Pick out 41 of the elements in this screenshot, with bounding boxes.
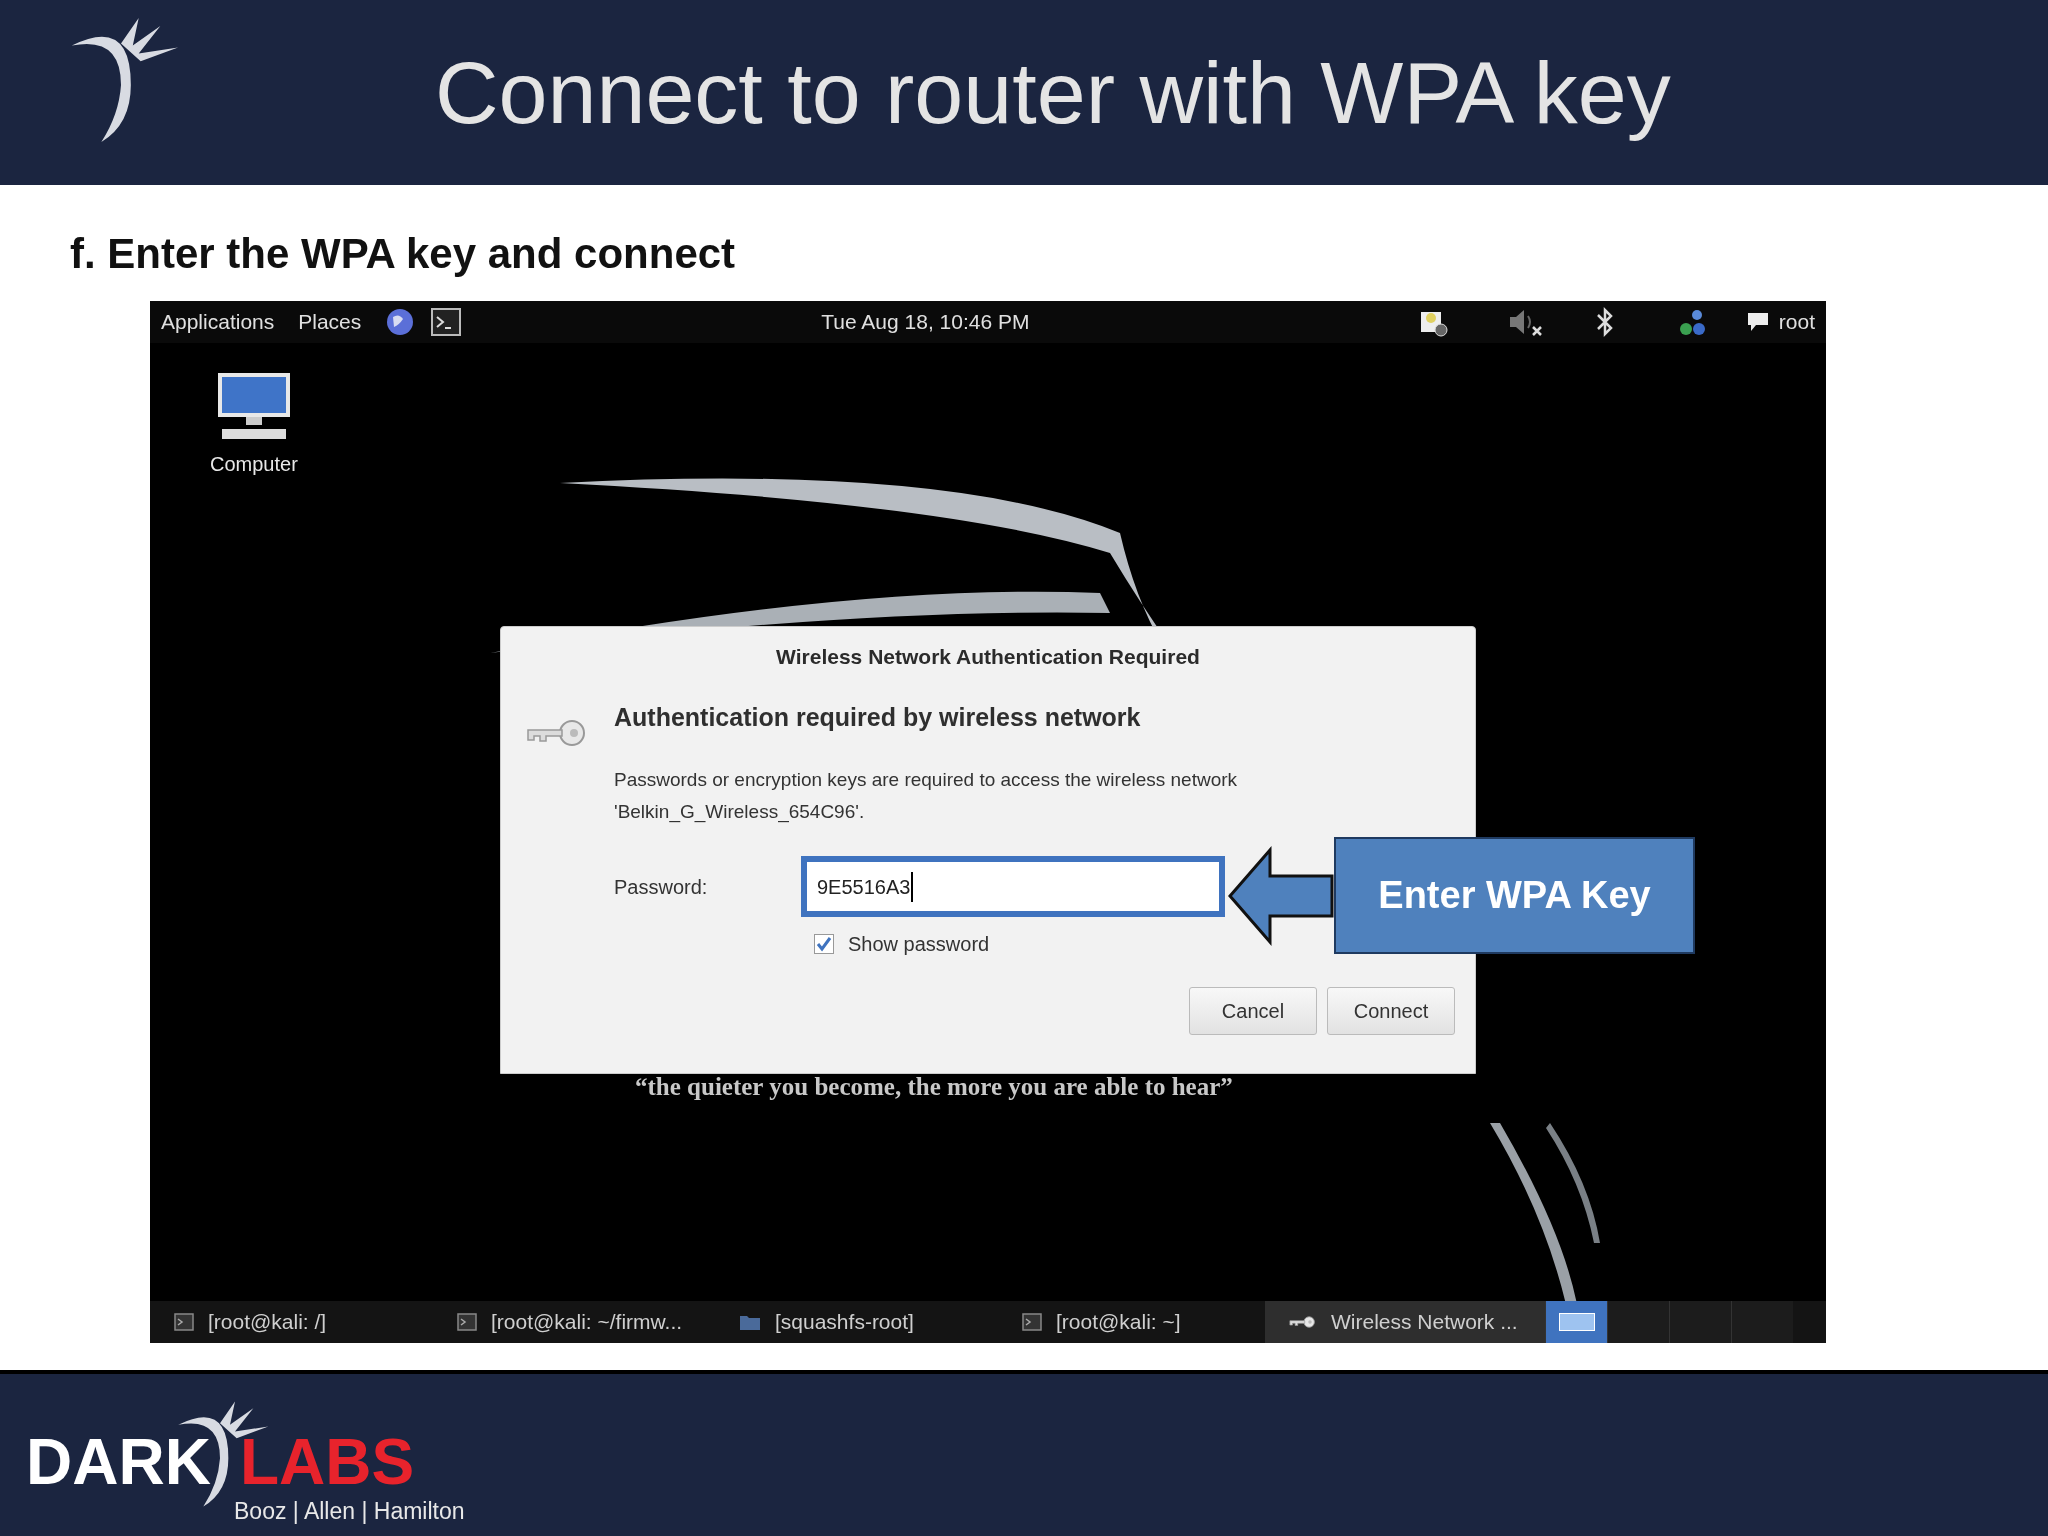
dialog-button[interactable]: Connect xyxy=(1327,987,1455,1035)
taskbar-item[interactable]: [root@kali: ~] xyxy=(998,1301,1265,1343)
taskbar-item[interactable]: [squashfs-root] xyxy=(715,1301,998,1343)
callout-box: Enter WPA Key xyxy=(1334,837,1695,954)
step-heading: f. Enter the WPA key and connect xyxy=(70,233,737,275)
taskbar-item[interactable]: [root@kali: /] xyxy=(150,1301,433,1343)
show-password-label[interactable]: Show password xyxy=(848,929,990,959)
terminal-icon[interactable] xyxy=(431,308,462,336)
panel-menu[interactable]: Places xyxy=(298,306,362,338)
terminal-icon xyxy=(1022,1313,1042,1331)
terminal-icon xyxy=(457,1313,477,1331)
chat-icon[interactable] xyxy=(1746,311,1769,333)
dialog-message: Passwords or encryption keys are required to access the wireless network xyxy=(614,768,1238,792)
taskbar-item[interactable]: [root@kali: ~/firmw... xyxy=(433,1301,715,1343)
clock[interactable]: Tue Aug 18, 10:46 PM xyxy=(821,306,1030,338)
workspace-switcher[interactable] xyxy=(1607,1301,1669,1343)
workspace-switcher[interactable] xyxy=(1669,1301,1731,1343)
dialog-heading: Authentication required by wireless network xyxy=(614,701,1142,733)
dialog-title: Wireless Network Authentication Required xyxy=(775,644,1201,670)
logo-text: DARK xyxy=(26,1430,211,1494)
bluetooth-icon[interactable] xyxy=(1594,306,1615,338)
show-password-checkbox[interactable] xyxy=(814,934,834,954)
logo-text: LABS xyxy=(240,1430,415,1494)
wallpaper-quote: “the quieter you become, the more you are able to hear” xyxy=(635,1072,1233,1102)
dialog-message: 'Belkin_G_Wireless_654C96'. xyxy=(614,800,866,825)
panel-menu[interactable]: Applications xyxy=(161,306,275,338)
terminal-icon xyxy=(174,1313,194,1331)
checkmark-icon xyxy=(816,936,832,952)
globe-icon[interactable] xyxy=(385,307,416,337)
folder-icon xyxy=(739,1313,761,1331)
user-name[interactable]: root xyxy=(1778,306,1815,338)
password-label: Password: xyxy=(614,874,709,900)
desktop-icon-label[interactable]: Computer xyxy=(210,449,298,479)
slide-title: Connect to router with WPA key xyxy=(435,41,1671,144)
dialog-button[interactable]: Cancel xyxy=(1189,987,1317,1035)
workspace-switcher[interactable] xyxy=(1545,1301,1607,1343)
key-icon xyxy=(1289,1315,1317,1329)
taskbar-item[interactable]: Wireless Network ... xyxy=(1265,1301,1545,1343)
logo-subtitle: Booz | Allen | Hamilton xyxy=(234,1500,465,1523)
workspace-switcher[interactable] xyxy=(1731,1301,1793,1343)
password-field[interactable]: 9E5516A3 xyxy=(801,856,1225,917)
